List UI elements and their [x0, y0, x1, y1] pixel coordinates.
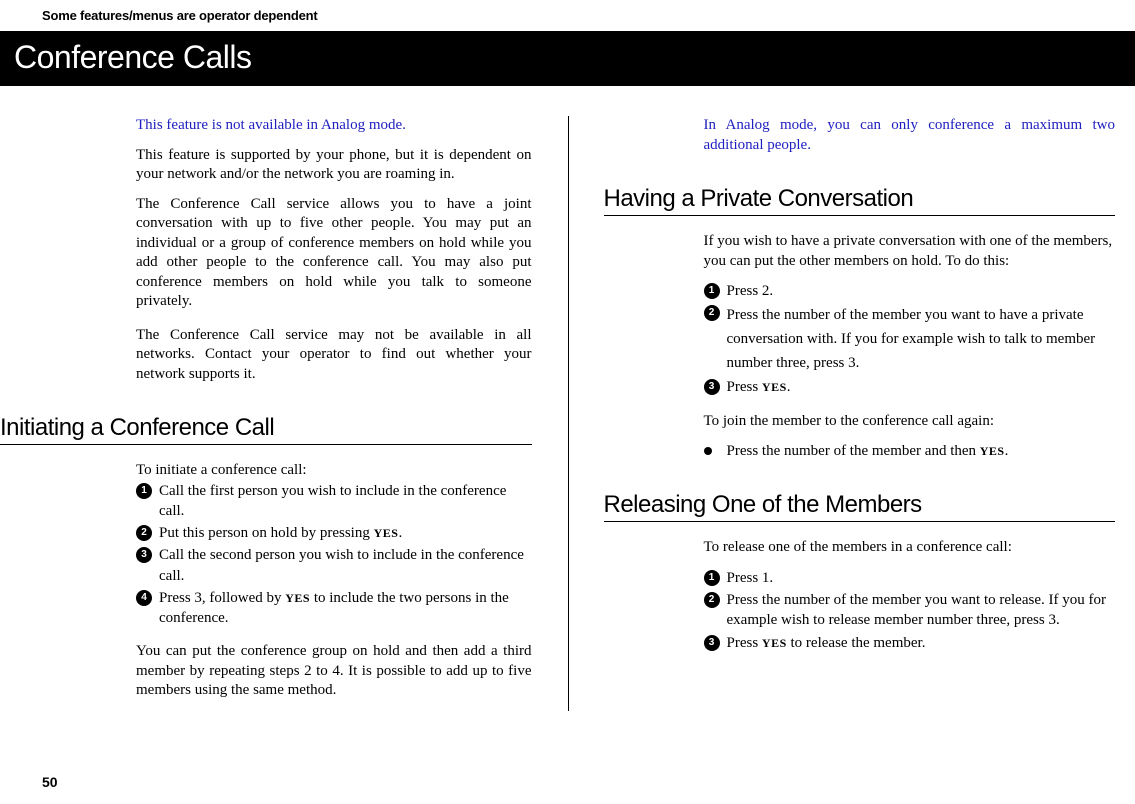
list-item: 2 Press the number of the member you wan… — [704, 303, 1116, 375]
page-title: Conference Calls — [0, 31, 1135, 86]
list-item: 3 Call the second person you wish to inc… — [136, 545, 532, 586]
service-description-para: The Conference Call service allows you t… — [136, 195, 532, 312]
step-number-icon: 1 — [136, 483, 152, 499]
rejoin-intro: To join the member to the conference cal… — [704, 412, 1116, 432]
step-number-icon: 4 — [136, 590, 152, 606]
private-intro: If you wish to have a private conversati… — [704, 232, 1116, 271]
step-number-icon: 1 — [704, 283, 720, 299]
step-text: Press the number of the member you want … — [727, 303, 1116, 375]
section-releasing-title: Releasing One of the Members — [604, 491, 1116, 522]
availability-para: The Conference Call service may not be a… — [136, 326, 532, 385]
bullet-text: Press the number of the member and then … — [727, 441, 1116, 461]
step-text: Press YES. — [727, 377, 1116, 397]
list-item: 4 Press 3, followed by YES to include th… — [136, 588, 532, 629]
list-item: 1 Call the first person you wish to incl… — [136, 481, 532, 522]
private-steps: 1 Press 2. 2 Press the number of the mem… — [704, 281, 1116, 398]
step-text: Press 2. — [727, 281, 1116, 301]
step-number-icon: 3 — [704, 635, 720, 651]
analog-limit-note: In Analog mode, you can only conference … — [704, 116, 1116, 155]
step-number-icon: 1 — [704, 570, 720, 586]
list-item: 2 Put this person on hold by pressing YE… — [136, 523, 532, 543]
column-divider — [568, 116, 569, 711]
step-text: Press 1. — [727, 568, 1116, 588]
step-text: Press YES to release the member. — [727, 633, 1116, 653]
list-item: 3 Press YES. — [704, 377, 1116, 397]
bullet-icon — [704, 447, 712, 455]
section-private-title: Having a Private Conversation — [604, 185, 1116, 216]
step-text: Call the first person you wish to includ… — [159, 481, 532, 522]
step-text: Press 3, followed by YES to include the … — [159, 588, 532, 629]
releasing-steps: 1 Press 1. 2 Press the number of the mem… — [704, 568, 1116, 653]
section-initiating-title: Initiating a Conference Call — [0, 414, 532, 445]
step-number-icon: 3 — [136, 547, 152, 563]
left-column: This feature is not available in Analog … — [0, 116, 568, 711]
initiating-steps: 1 Call the first person you wish to incl… — [136, 481, 532, 629]
header-note: Some features/menus are operator depende… — [0, 0, 1135, 31]
step-text: Press the number of the member you want … — [727, 590, 1116, 631]
step-text: Call the second person you wish to inclu… — [159, 545, 532, 586]
analog-note: This feature is not available in Analog … — [136, 116, 532, 136]
right-column: In Analog mode, you can only conference … — [568, 116, 1135, 711]
initiating-after-para: You can put the conference group on hold… — [136, 642, 532, 701]
step-text: Put this person on hold by pressing YES. — [159, 523, 532, 543]
initiating-intro: To initiate a conference call: — [136, 461, 532, 481]
support-para: This feature is supported by your phone,… — [136, 146, 532, 185]
list-item: 1 Press 1. — [704, 568, 1116, 588]
rejoin-list: Press the number of the member and then … — [704, 441, 1116, 461]
list-item: Press the number of the member and then … — [704, 441, 1116, 461]
step-number-icon: 2 — [704, 305, 720, 321]
releasing-intro: To release one of the members in a confe… — [704, 538, 1116, 558]
list-item: 2 Press the number of the member you wan… — [704, 590, 1116, 631]
step-number-icon: 3 — [704, 379, 720, 395]
page-number: 50 — [42, 774, 58, 790]
list-item: 1 Press 2. — [704, 281, 1116, 301]
step-number-icon: 2 — [704, 592, 720, 608]
step-number-icon: 2 — [136, 525, 152, 541]
list-item: 3 Press YES to release the member. — [704, 633, 1116, 653]
